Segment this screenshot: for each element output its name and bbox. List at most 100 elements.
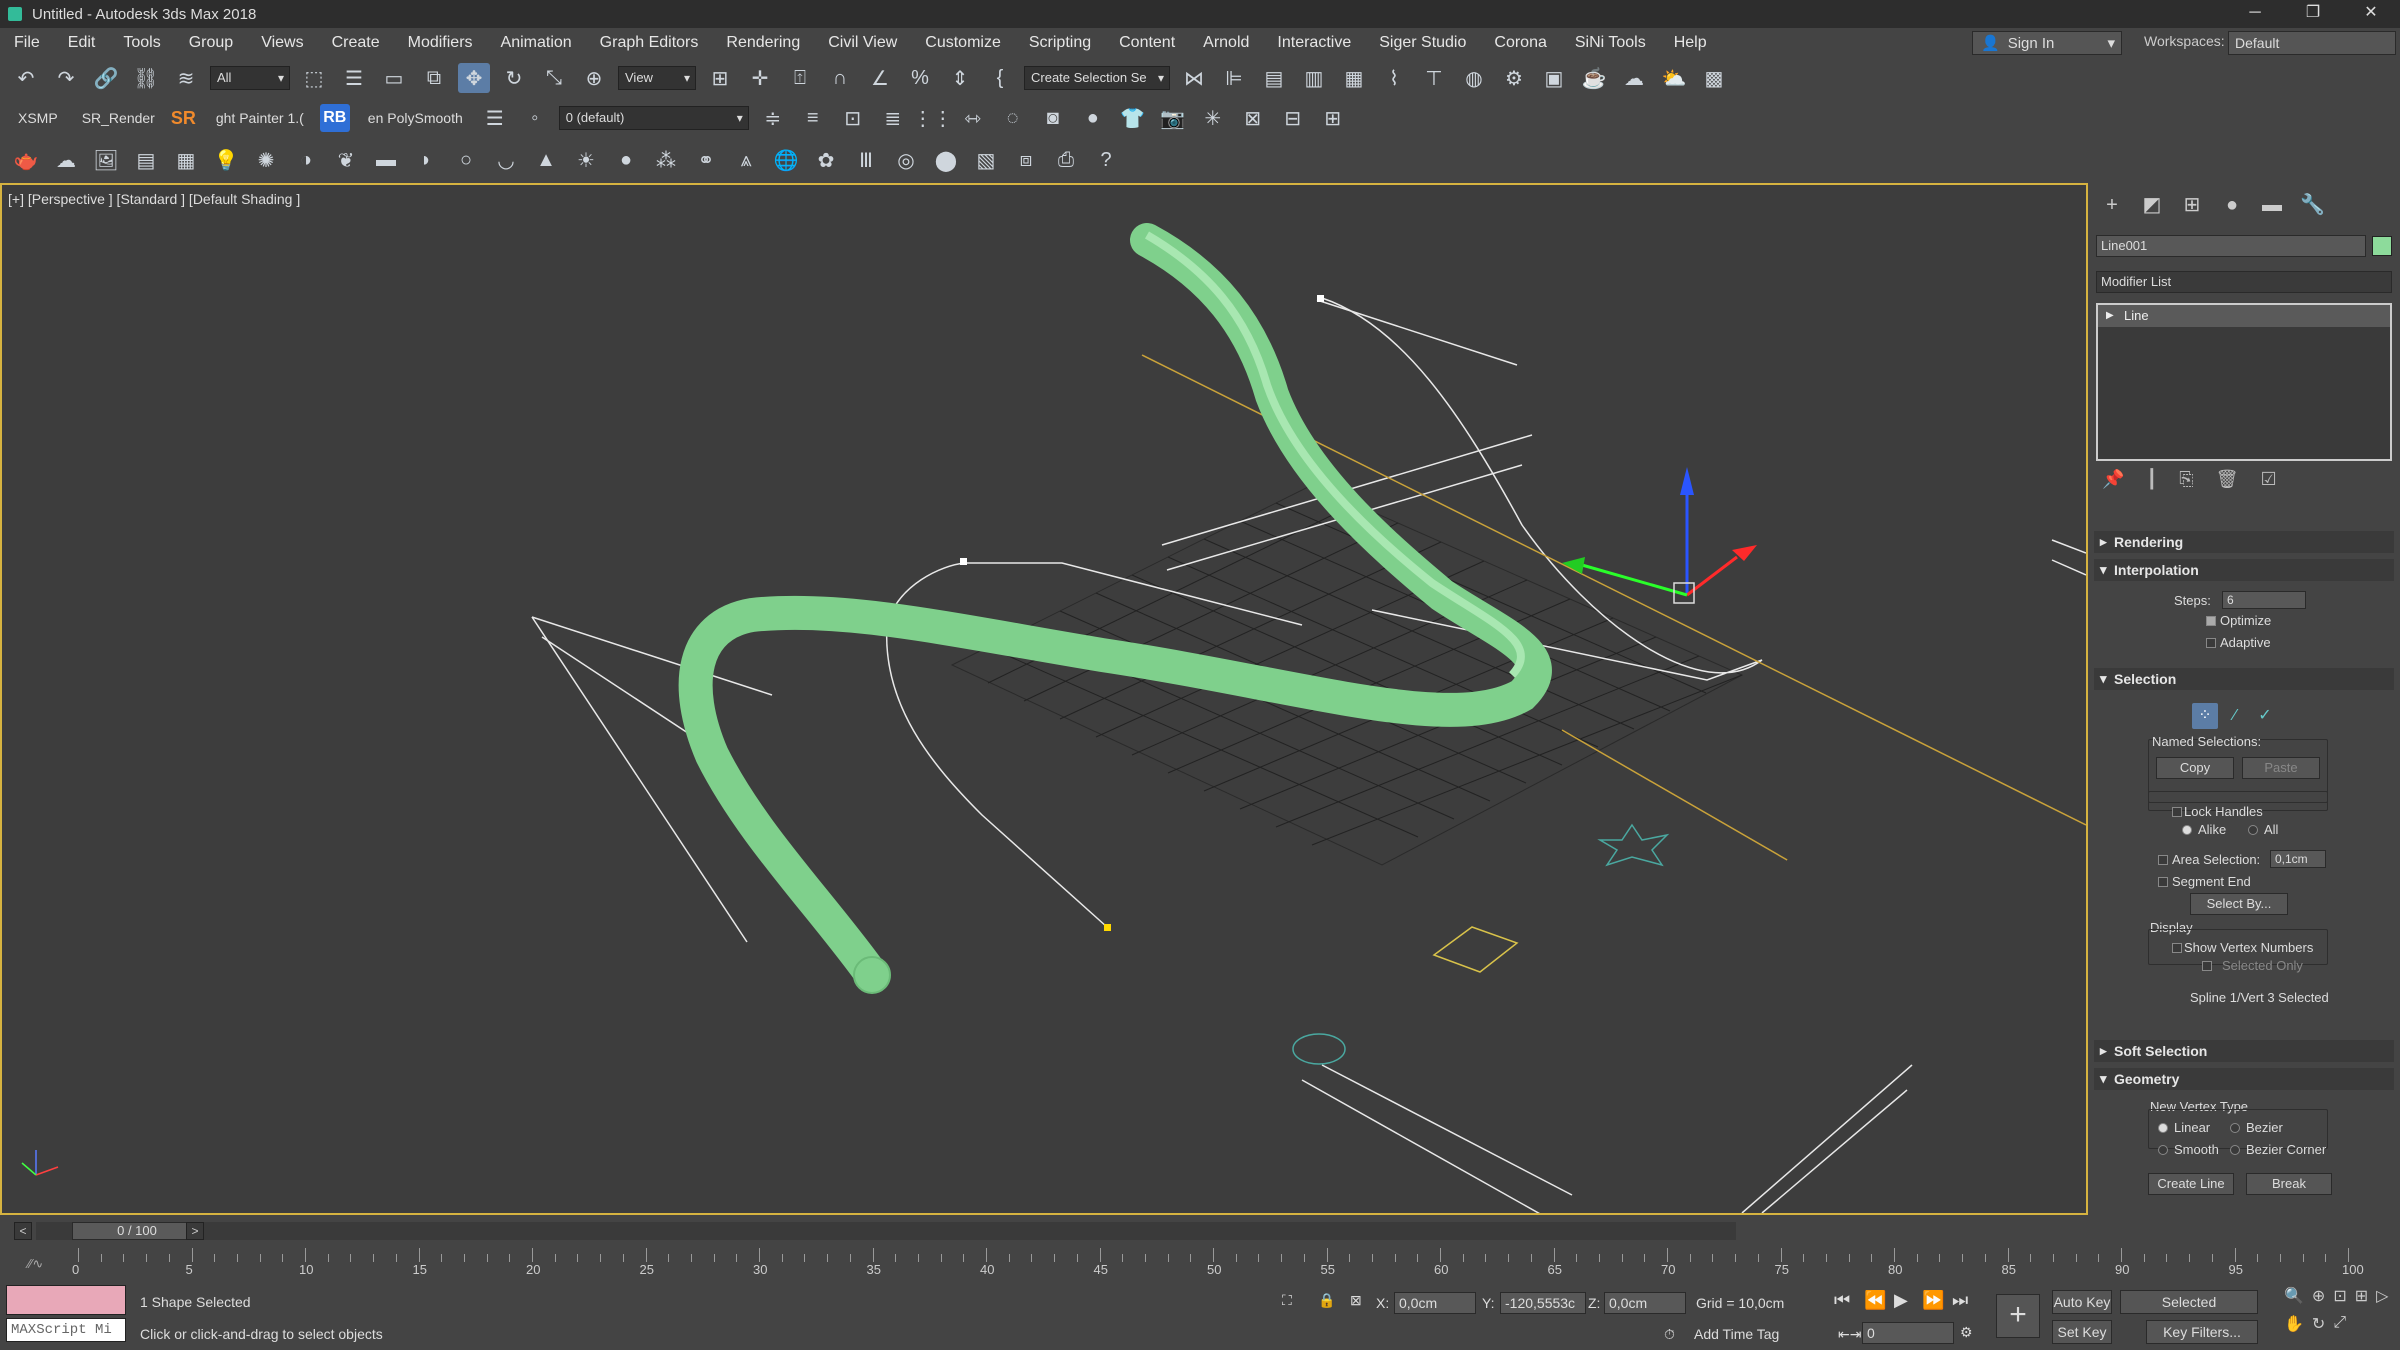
export-icon[interactable]: ⎙ bbox=[1050, 145, 1082, 175]
lightbulb-icon[interactable]: 💡 bbox=[210, 145, 242, 175]
move-gizmo[interactable] bbox=[1562, 467, 1757, 604]
rectangle-shape[interactable] bbox=[1432, 926, 1519, 973]
zoom-extents-icon[interactable]: ⊡ bbox=[2333, 1286, 2346, 1306]
tools-a-icon[interactable]: ⊠ bbox=[1237, 103, 1269, 133]
restore-button[interactable]: ❐ bbox=[2284, 0, 2342, 28]
linear-radio[interactable] bbox=[2158, 1123, 2168, 1133]
steps-spinner[interactable]: 6 bbox=[2222, 591, 2306, 609]
grid-icon[interactable]: ▦ bbox=[170, 145, 202, 175]
previous-frame-button[interactable]: < bbox=[14, 1222, 32, 1240]
menu-group[interactable]: Group bbox=[175, 28, 247, 58]
x-coordinate-field[interactable]: 0,0cm bbox=[1394, 1292, 1476, 1314]
particles-icon[interactable]: ✳ bbox=[1197, 103, 1229, 133]
isolate-selection-icon[interactable]: ⛶ bbox=[1282, 1292, 1292, 1309]
previous-key-icon[interactable]: ⏪ bbox=[1864, 1290, 1886, 1311]
select-and-move-icon[interactable]: ✥ bbox=[458, 63, 490, 93]
select-manipulate-icon[interactable]: ✛ bbox=[744, 63, 776, 93]
pills-icon[interactable]: ⚭ bbox=[690, 145, 722, 175]
break-button[interactable]: Break bbox=[2246, 1173, 2332, 1195]
time-config-icon[interactable]: ⚙ bbox=[1960, 1324, 1973, 1341]
modifier-list-select[interactable]: Modifier List bbox=[2096, 271, 2392, 293]
selection-lock-icon[interactable]: 🔒 bbox=[1318, 1292, 1335, 1309]
next-frame-button[interactable]: > bbox=[186, 1222, 204, 1240]
modify-tab-icon[interactable]: ◩ bbox=[2140, 193, 2164, 217]
area-selection-checkbox[interactable] bbox=[2158, 855, 2168, 865]
menu-create[interactable]: Create bbox=[318, 28, 394, 58]
z-coordinate-field[interactable]: 0,0cm bbox=[1604, 1292, 1686, 1314]
adaptive-checkbox[interactable] bbox=[2206, 638, 2216, 648]
motion-tab-icon[interactable]: ● bbox=[2220, 193, 2244, 217]
selected-only-checkbox[interactable] bbox=[2202, 961, 2212, 971]
yarn-icon[interactable]: ◎ bbox=[890, 145, 922, 175]
pivot-center-icon[interactable]: ⊞ bbox=[704, 63, 736, 93]
lock-handles-checkbox[interactable] bbox=[2172, 807, 2182, 817]
set-key-button[interactable]: Set Key bbox=[2052, 1320, 2112, 1344]
go-to-start-icon[interactable]: ⏮ bbox=[1834, 1290, 1850, 1311]
select-by-name-icon[interactable]: ☰ bbox=[338, 63, 370, 93]
pan-icon[interactable]: ✋ bbox=[2284, 1314, 2304, 1334]
render-view-icon[interactable]: ◙ bbox=[1037, 103, 1069, 133]
add-time-tag[interactable]: Add Time Tag bbox=[1694, 1326, 1779, 1342]
menu-content[interactable]: Content bbox=[1105, 28, 1189, 58]
current-frame-field[interactable]: 0 bbox=[1862, 1322, 1954, 1344]
segment-mode-icon[interactable]: ⁄ bbox=[2222, 703, 2248, 729]
close-button[interactable]: ✕ bbox=[2342, 0, 2400, 28]
render-in-cloud-icon[interactable]: ⛅ bbox=[1658, 63, 1690, 93]
vertex-mode-icon[interactable]: ⁘ bbox=[2192, 703, 2218, 729]
link-icon[interactable]: 🔗 bbox=[90, 63, 122, 93]
mini-curve-editor-icon[interactable]: ⁄⁄∿ bbox=[28, 1256, 43, 1272]
schematic-view-icon[interactable]: ⊤ bbox=[1418, 63, 1450, 93]
sr-button[interactable]: SR bbox=[171, 108, 196, 129]
menu-interactive[interactable]: Interactive bbox=[1263, 28, 1365, 58]
alike-radio[interactable] bbox=[2182, 825, 2192, 835]
frame-ruler[interactable]: 0 5 10 15 20 25 30 35 40 45 50 55 60 65 70 75 80 85 90 95 10… bbox=[72, 1248, 2364, 1282]
render-setup-icon[interactable]: ⚙ bbox=[1498, 63, 1530, 93]
rectangular-selection-icon[interactable]: ▭ bbox=[378, 63, 410, 93]
menu-siger-studio[interactable]: Siger Studio bbox=[1365, 28, 1480, 58]
scene-explorer-icon[interactable]: ▤ bbox=[1258, 63, 1290, 93]
viewport-label[interactable]: [+] [Perspective ] [Standard ] [Default … bbox=[8, 191, 300, 207]
select-by-button[interactable]: Select By... bbox=[2190, 893, 2288, 915]
sun-icon[interactable]: ☀ bbox=[570, 145, 602, 175]
image-icon[interactable]: 🖼 bbox=[90, 145, 122, 175]
angle-snap-icon[interactable]: ∠ bbox=[864, 63, 896, 93]
texture-icon[interactable]: ▧ bbox=[970, 145, 1002, 175]
stack-item-line[interactable]: Line bbox=[2098, 305, 2390, 327]
redo-icon[interactable]: ↷ bbox=[50, 63, 82, 93]
light-icon[interactable]: ● bbox=[1077, 103, 1109, 133]
current-layer-select[interactable]: 0 (default) bbox=[558, 106, 749, 130]
teapot-icon[interactable]: 🫖 bbox=[10, 145, 42, 175]
selected-vertex-marker[interactable] bbox=[1104, 924, 1111, 931]
rollout-interpolation[interactable]: Interpolation bbox=[2094, 559, 2394, 581]
menu-edit[interactable]: Edit bbox=[54, 28, 110, 58]
maxscript-mini-listener[interactable]: MAXScript Mi bbox=[6, 1318, 126, 1342]
create-tab-icon[interactable]: + bbox=[2100, 193, 2124, 217]
dome-icon[interactable]: ◗ bbox=[410, 145, 442, 175]
nodes-icon[interactable]: ❦ bbox=[330, 145, 362, 175]
configure-modifier-sets-icon[interactable]: ☑ bbox=[2261, 469, 2277, 490]
menu-corona[interactable]: Corona bbox=[1480, 28, 1560, 58]
zoom-all-icon[interactable]: ⊕ bbox=[2312, 1286, 2325, 1306]
time-slider[interactable]: < 0 / 100 > bbox=[14, 1220, 2088, 1242]
show-vertex-numbers-checkbox[interactable] bbox=[2172, 943, 2182, 953]
object-name-field[interactable]: Line001 bbox=[2096, 235, 2366, 257]
zoom-icon[interactable]: 🔍 bbox=[2284, 1286, 2304, 1306]
play-icon[interactable]: ▶ bbox=[1894, 1290, 1908, 1311]
rollout-geometry[interactable]: Geometry bbox=[2094, 1068, 2394, 1090]
select-and-rotate-icon[interactable]: ↻ bbox=[498, 63, 530, 93]
time-tag-icon[interactable]: ⏱ bbox=[1664, 1326, 1675, 1343]
percent-snap-icon[interactable]: % bbox=[904, 63, 936, 93]
rollout-selection[interactable]: Selection bbox=[2094, 668, 2394, 690]
curve-editor-icon[interactable]: ⌇ bbox=[1378, 63, 1410, 93]
optimize-checkbox[interactable] bbox=[2206, 616, 2216, 626]
create-selection-set-select[interactable]: Create Selection Se bbox=[1024, 66, 1170, 90]
menu-graph-editors[interactable]: Graph Editors bbox=[586, 28, 713, 58]
layer-manager-icon[interactable]: ☰ bbox=[479, 103, 511, 133]
globe-icon[interactable]: 🌐 bbox=[770, 145, 802, 175]
viewport-scene[interactable] bbox=[2, 185, 2086, 1213]
list-icon[interactable]: ▤ bbox=[130, 145, 162, 175]
bezier-radio[interactable] bbox=[2230, 1123, 2240, 1133]
menu-file[interactable]: File bbox=[0, 28, 54, 58]
set-current-layer-icon[interactable]: ≣ bbox=[877, 103, 909, 133]
copy-button[interactable]: Copy bbox=[2156, 757, 2234, 779]
